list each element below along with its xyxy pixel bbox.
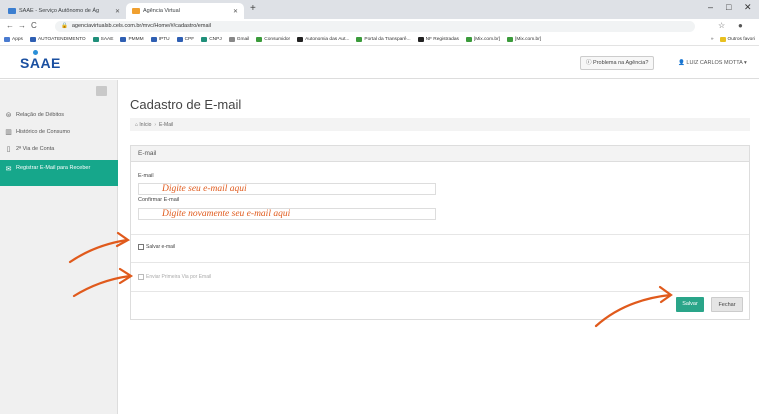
annotation-arrow-first-copy — [72, 274, 132, 298]
annotation-arrow-save-email — [68, 238, 129, 264]
annotation-arrows — [68, 231, 673, 328]
annotation-arrow-save-button — [594, 293, 672, 328]
annotation-arrow-save-email-head — [115, 231, 131, 248]
